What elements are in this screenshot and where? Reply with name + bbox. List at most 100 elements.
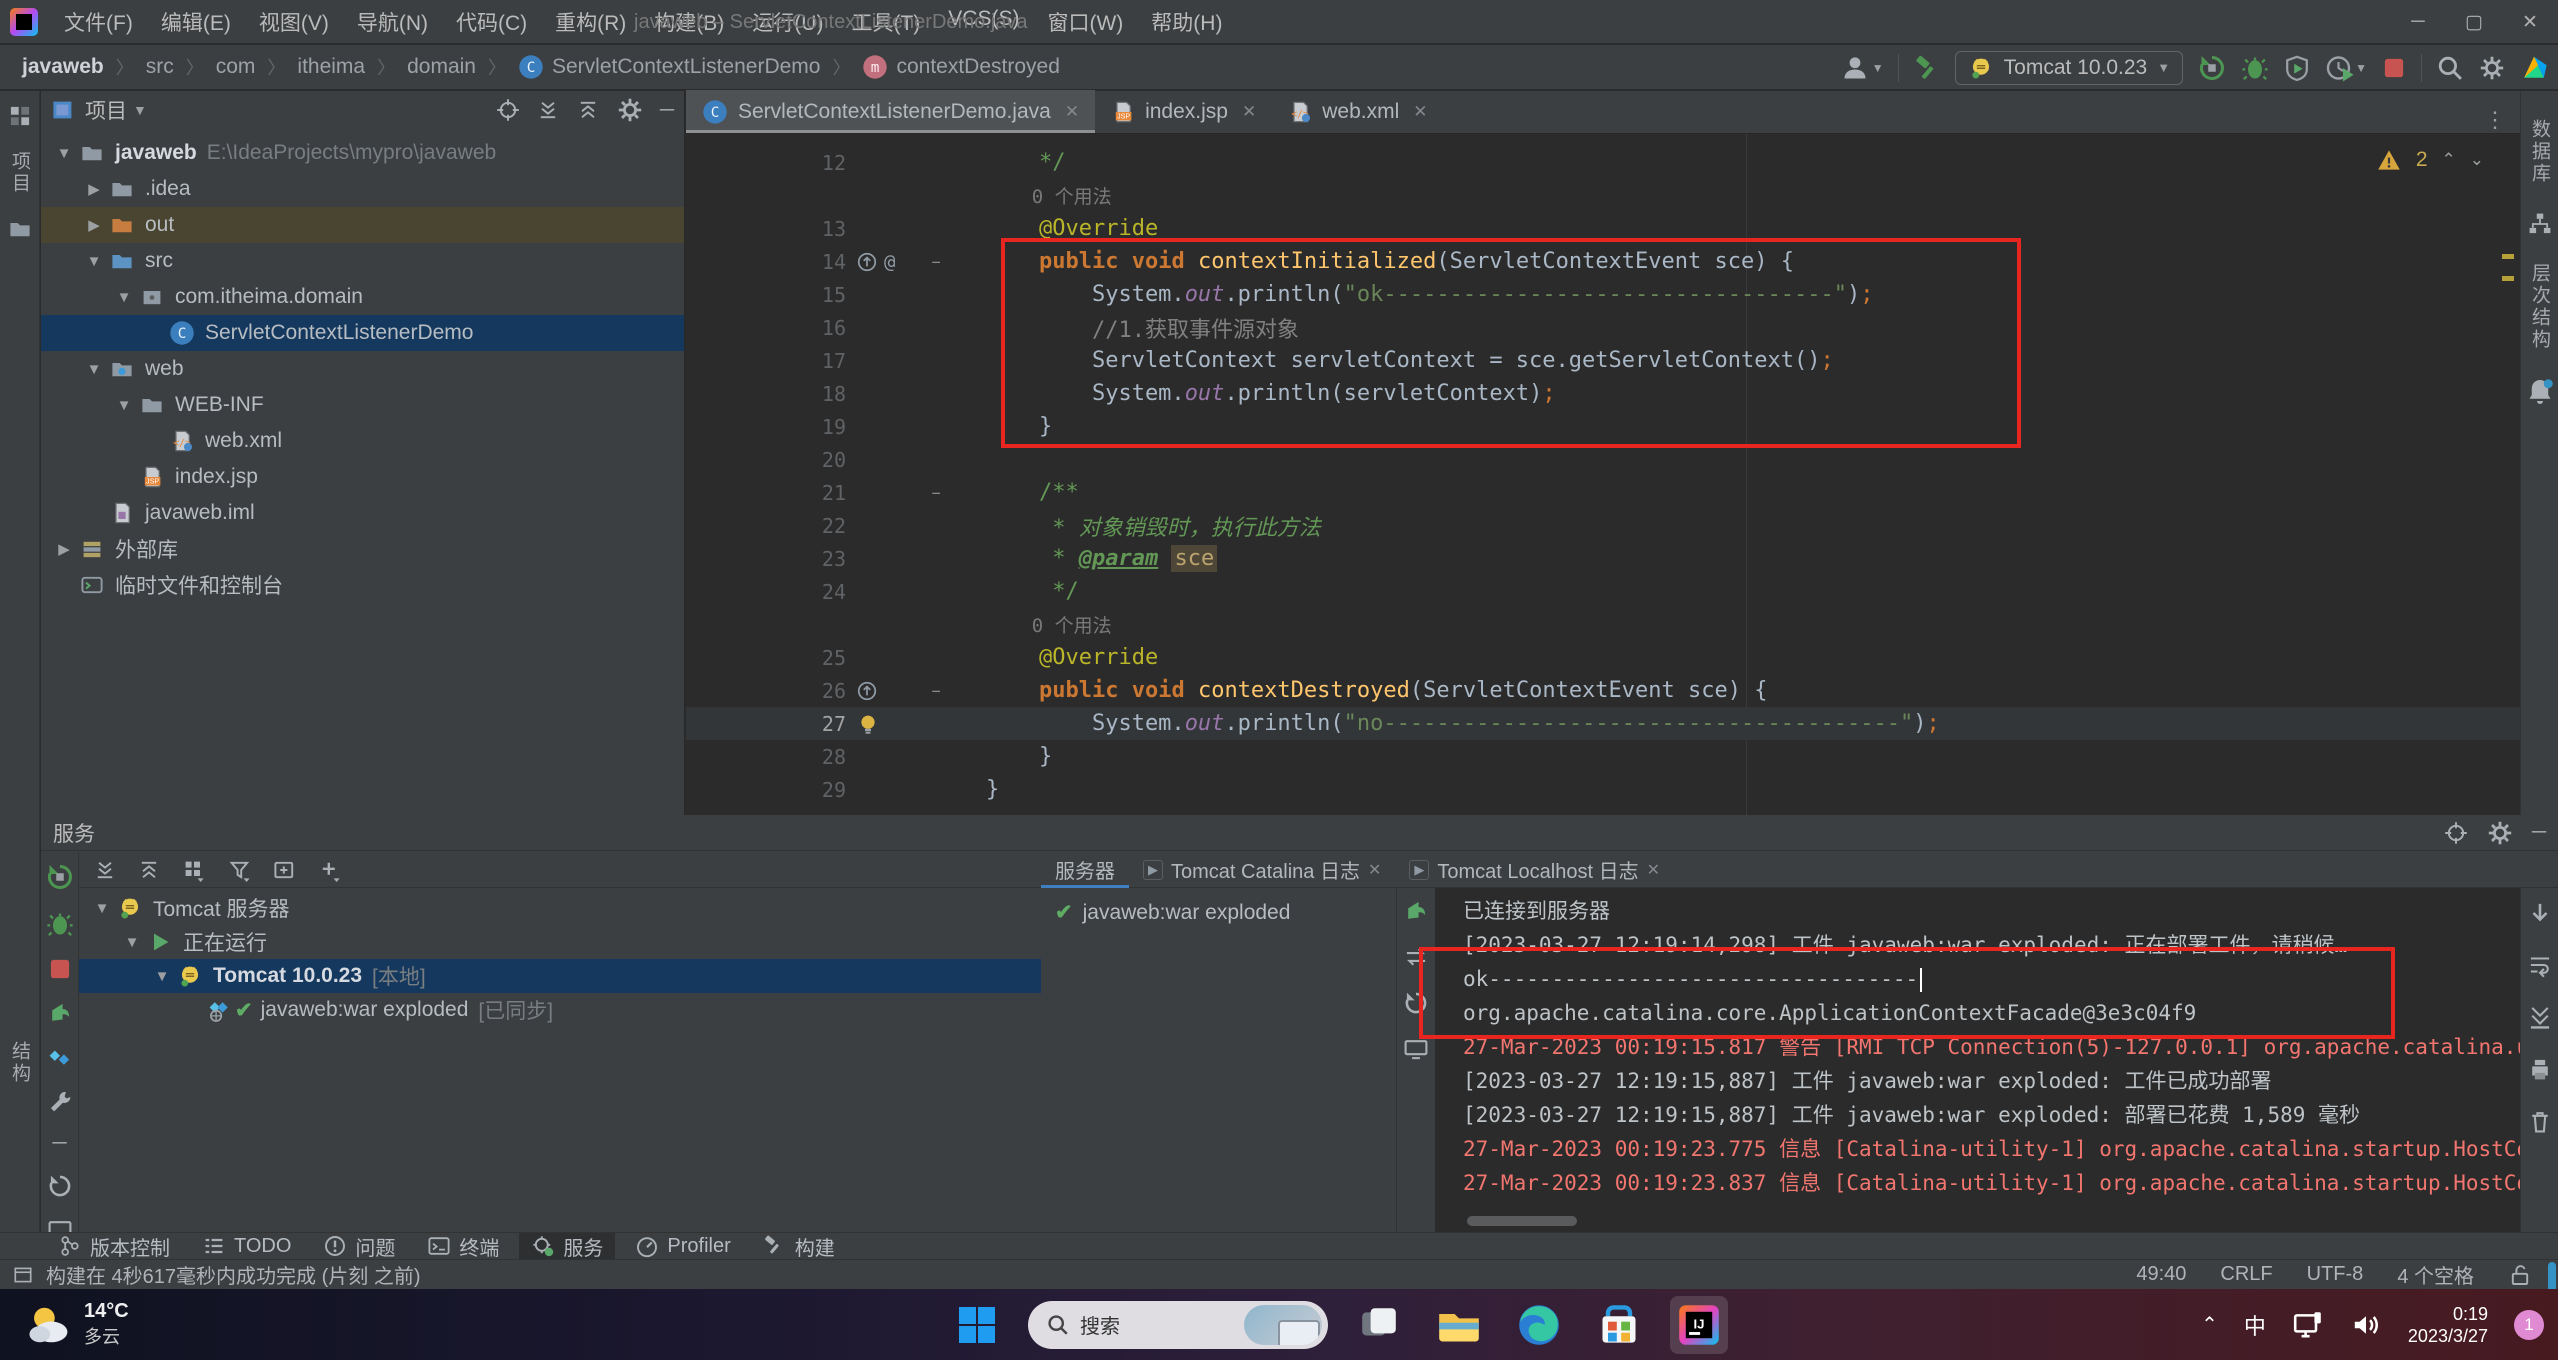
inspection-widget[interactable]: 2 ⌃ ⌄: [2376, 148, 2484, 172]
user-profile-button[interactable]: ▼: [1840, 53, 1884, 83]
toolwindow-button-终端[interactable]: 终端: [415, 1233, 511, 1260]
close-tab-icon[interactable]: ✕: [1065, 102, 1079, 122]
chevron-down-icon[interactable]: ▼: [81, 253, 107, 270]
unlock-icon[interactable]: [2508, 1263, 2532, 1287]
collapse-all-button[interactable]: [576, 98, 600, 122]
project-tree-item-src[interactable]: ▼src: [41, 243, 684, 279]
chevron-down-icon[interactable]: ▼: [81, 361, 107, 378]
breadcrumb-item-javaweb[interactable]: javaweb: [18, 55, 108, 79]
deploy-all-button[interactable]: [1403, 898, 1429, 924]
breadcrumb-item-src[interactable]: src: [142, 55, 178, 79]
hide-services-button[interactable]: ─: [2532, 821, 2546, 844]
services-tree-item-javaweb:war-exploded[interactable]: ✔javaweb:war exploded[已同步]: [79, 993, 1041, 1027]
code-line-23[interactable]: 23 * @param sce: [686, 542, 2520, 575]
menu-item-0[interactable]: 文件(F): [52, 3, 145, 41]
close-button[interactable]: ✕: [2502, 0, 2558, 44]
code-line-24[interactable]: 24 */: [686, 575, 2520, 608]
tool-window-switcher-icon[interactable]: [7, 103, 33, 129]
close-tab-icon[interactable]: ✕: [1413, 102, 1427, 122]
toolwindow-button-版本控制[interactable]: 版本控制: [46, 1233, 182, 1260]
sidebar-item-project[interactable]: 项目: [6, 151, 33, 195]
menu-item-2[interactable]: 视图(V): [247, 3, 341, 41]
deployment-item[interactable]: ✔ javaweb:war exploded: [1041, 888, 1396, 925]
line-ending[interactable]: CRLF: [2220, 1263, 2272, 1286]
locate-file-button[interactable]: [496, 98, 520, 122]
sidebar-item-hierarchy[interactable]: 层次结构: [2526, 263, 2553, 351]
fold-marker[interactable]: −: [916, 682, 956, 700]
debug-button[interactable]: [2241, 54, 2269, 82]
code-line-16[interactable]: 16 //1.获取事件源对象: [686, 311, 2520, 344]
restart-server-button[interactable]: [45, 862, 75, 892]
add-service-button[interactable]: [273, 858, 297, 882]
breadcrumb-item-contextDestroyed[interactable]: mcontextDestroyed: [858, 54, 1063, 80]
collapse-all-button[interactable]: [137, 858, 161, 882]
prev-warning-icon[interactable]: ⌃: [2442, 150, 2456, 170]
sidebar-item-structure[interactable]: 结构: [6, 1041, 33, 1085]
taskbar-search[interactable]: 搜索: [1028, 1301, 1328, 1349]
code-line-25[interactable]: 25 @Override: [686, 641, 2520, 674]
chevron-right-icon[interactable]: ▶: [51, 540, 77, 558]
profiler-button[interactable]: ▼: [2325, 53, 2367, 83]
notifications-bell-icon[interactable]: [2525, 377, 2555, 407]
code-line-14[interactable]: 14@− public void contextInitialized(Serv…: [686, 245, 2520, 278]
project-tree-item-外部库[interactable]: ▶外部库: [41, 531, 684, 567]
code-line-17[interactable]: 17 ServletContext servletContext = sce.g…: [686, 344, 2520, 377]
console-tab-Tomcat Catalina 日志[interactable]: ▶Tomcat Catalina 日志✕: [1129, 852, 1395, 888]
expand-all-button[interactable]: [93, 858, 117, 882]
menu-item-11[interactable]: 帮助(H): [1139, 3, 1234, 41]
overriding-method-icon[interactable]: [856, 251, 878, 273]
refresh-deployment-button[interactable]: [1403, 990, 1429, 1016]
rerun-server-button[interactable]: [2197, 53, 2227, 83]
editor-tab-index.jsp[interactable]: JSPindex.jsp✕: [1095, 90, 1272, 133]
show-log-button[interactable]: [1403, 1036, 1429, 1062]
group-by-button[interactable]: [181, 858, 207, 882]
commit-icon[interactable]: [8, 217, 32, 241]
print-button[interactable]: [2527, 1056, 2553, 1082]
project-tree-item-临时文件和控制台[interactable]: 临时文件和控制台: [41, 567, 684, 603]
deploy-button[interactable]: [47, 1000, 73, 1026]
intention-bulb-icon[interactable]: [856, 712, 880, 736]
close-tab-icon[interactable]: ✕: [1647, 860, 1660, 880]
toolwindow-button-问题[interactable]: 问题: [311, 1233, 407, 1260]
run-configuration-select[interactable]: Tomcat 10.0.23▼: [1955, 51, 2183, 85]
code-line-13[interactable]: 13 @Override: [686, 212, 2520, 245]
toolwindow-button-服务[interactable]: 服务: [519, 1233, 615, 1260]
project-tree-item-web.xml[interactable]: </>web.xml: [41, 423, 684, 459]
taskbar-clock[interactable]: 0:19 2023/3/27: [2408, 1303, 2488, 1347]
tab-options-icon[interactable]: ⋮: [2470, 107, 2520, 133]
scroll-to-end-button[interactable]: [2527, 1004, 2553, 1030]
code-line-inlay[interactable]: 0 个用法: [686, 179, 2520, 212]
project-tree-item-index.jsp[interactable]: JSPindex.jsp: [41, 459, 684, 495]
code-line-21[interactable]: 21− /**: [686, 476, 2520, 509]
menu-item-4[interactable]: 代码(C): [444, 3, 539, 41]
editor-tab-web.xml[interactable]: </>web.xml✕: [1272, 90, 1443, 133]
project-tree-item-.idea[interactable]: ▶.idea: [41, 171, 684, 207]
refresh-button[interactable]: [47, 1173, 73, 1199]
project-tree-item-com.itheima.domain[interactable]: ▼com.itheima.domain: [41, 279, 684, 315]
overriding-method-icon[interactable]: [856, 680, 878, 702]
ime-indicator[interactable]: 中: [2244, 1309, 2266, 1341]
code-line-26[interactable]: 26− public void contextDestroyed(Servlet…: [686, 674, 2520, 707]
code-line-19[interactable]: 19 }: [686, 410, 2520, 443]
build-project-button[interactable]: [1913, 54, 1941, 82]
panel-settings-button[interactable]: [616, 96, 644, 124]
code-line-28[interactable]: 28 }: [686, 740, 2520, 773]
code-line-22[interactable]: 22 * 对象销毁时，执行此方法: [686, 509, 2520, 542]
hot-swap-button[interactable]: [47, 1044, 73, 1070]
settings-button[interactable]: [2478, 54, 2506, 82]
stop-button[interactable]: [2381, 55, 2407, 81]
close-tab-icon[interactable]: ✕: [1368, 860, 1381, 880]
edge-browser-button[interactable]: [1510, 1296, 1568, 1354]
breadcrumb-item-com[interactable]: com: [212, 55, 260, 79]
console-log[interactable]: 已连接到服务器[2023-03-27 12:19:14,298] 工件 java…: [1435, 888, 2520, 1232]
services-tree-item-Tomcat-10.0.23[interactable]: ▼Tomcat 10.0.23[本地]: [79, 959, 1041, 993]
run-with-coverage-button[interactable]: [2283, 54, 2311, 82]
search-everywhere-button[interactable]: [2436, 54, 2464, 82]
filter-button[interactable]: [227, 858, 253, 882]
add-button[interactable]: [317, 858, 343, 882]
menu-item-10[interactable]: 窗口(W): [1035, 3, 1135, 41]
chevron-down-icon[interactable]: ▼: [111, 289, 137, 306]
code-line-15[interactable]: 15 System.out.println("ok---------------…: [686, 278, 2520, 311]
menu-item-3[interactable]: 导航(N): [345, 3, 440, 41]
code-line-18[interactable]: 18 System.out.println(servletContext);: [686, 377, 2520, 410]
